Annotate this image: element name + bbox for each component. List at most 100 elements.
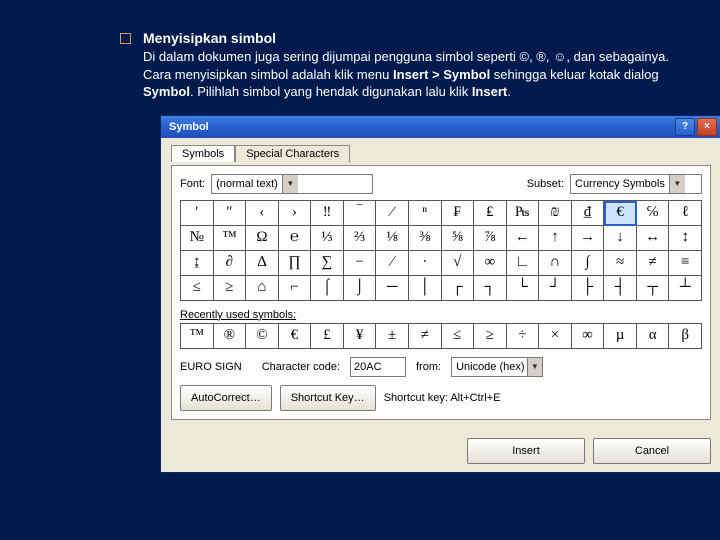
symbol-cell[interactable]: ─: [376, 276, 409, 301]
close-button[interactable]: ×: [697, 118, 717, 136]
symbol-cell[interactable]: ├: [572, 276, 605, 301]
symbol-cell[interactable]: √: [442, 251, 475, 276]
symbol-cell[interactable]: ⅔: [344, 226, 377, 251]
recent-symbol-cell[interactable]: α: [637, 324, 670, 349]
help-button[interactable]: ?: [675, 118, 695, 136]
recent-symbol-cell[interactable]: µ: [604, 324, 637, 349]
symbol-cell[interactable]: ₣: [442, 201, 475, 226]
symbol-cell[interactable]: ┤: [604, 276, 637, 301]
symbol-cell[interactable]: ₤: [474, 201, 507, 226]
symbol-cell[interactable]: ™: [214, 226, 247, 251]
symbol-cell[interactable]: ≈: [604, 251, 637, 276]
symbol-cell[interactable]: ∩: [539, 251, 572, 276]
symbol-cell[interactable]: ‹: [246, 201, 279, 226]
shortcut-key-button[interactable]: Shortcut Key…: [280, 385, 376, 411]
recent-symbol-cell[interactable]: ÷: [507, 324, 540, 349]
font-value: (normal text): [212, 178, 282, 190]
symbol-cell[interactable]: ∟: [507, 251, 540, 276]
recent-symbol-cell[interactable]: £: [311, 324, 344, 349]
dialog-titlebar[interactable]: Symbol ? ×: [161, 116, 720, 138]
symbol-cell[interactable]: →: [572, 226, 605, 251]
recent-symbol-cell[interactable]: €: [279, 324, 312, 349]
symbol-cell[interactable]: └: [507, 276, 540, 301]
recent-symbol-cell[interactable]: ™: [181, 324, 214, 349]
symbol-cell[interactable]: ∆: [246, 251, 279, 276]
symbol-cell[interactable]: №: [181, 226, 214, 251]
tab-symbols[interactable]: Symbols: [171, 145, 235, 162]
recent-symbol-cell[interactable]: ±: [376, 324, 409, 349]
symbol-cell[interactable]: ∏: [279, 251, 312, 276]
symbol-cell[interactable]: ↕: [669, 226, 702, 251]
recent-symbol-cell[interactable]: ®: [214, 324, 247, 349]
symbol-cell[interactable]: ″: [214, 201, 247, 226]
autocorrect-button[interactable]: AutoCorrect…: [180, 385, 272, 411]
symbol-cell[interactable]: ≡: [669, 251, 702, 276]
symbol-cell[interactable]: ∑: [311, 251, 344, 276]
symbol-cell[interactable]: ∂: [214, 251, 247, 276]
code-value: 20AC: [354, 361, 382, 373]
symbol-cell[interactable]: ℅: [637, 201, 670, 226]
symbol-cell[interactable]: ↨: [181, 251, 214, 276]
cancel-button[interactable]: Cancel: [593, 438, 711, 464]
symbol-cell[interactable]: ‼: [311, 201, 344, 226]
recent-symbol-cell[interactable]: ≤: [442, 324, 475, 349]
symbol-cell[interactable]: ⁿ: [409, 201, 442, 226]
symbol-cell[interactable]: €: [604, 201, 637, 226]
symbol-cell[interactable]: ┌: [442, 276, 475, 301]
tab-special-characters[interactable]: Special Characters: [235, 145, 350, 162]
body-b3: Insert: [472, 84, 507, 99]
subset-select[interactable]: Currency Symbols ▼: [570, 174, 702, 194]
symbol-cell[interactable]: ⌐: [279, 276, 312, 301]
symbol-cell[interactable]: ⅞: [474, 226, 507, 251]
symbol-cell[interactable]: ≠: [637, 251, 670, 276]
recent-symbol-cell[interactable]: ≠: [409, 324, 442, 349]
symbol-cell[interactable]: ′: [181, 201, 214, 226]
symbol-cell[interactable]: ℓ: [669, 201, 702, 226]
symbol-cell[interactable]: ⅛: [376, 226, 409, 251]
symbol-cell[interactable]: ≥: [214, 276, 247, 301]
symbol-cell[interactable]: ←: [507, 226, 540, 251]
recent-symbol-cell[interactable]: ¥: [344, 324, 377, 349]
symbol-cell[interactable]: ┴: [669, 276, 702, 301]
symbol-cell[interactable]: ∫: [572, 251, 605, 276]
character-name: EURO SIGN: [180, 361, 242, 373]
symbol-cell[interactable]: ›: [279, 201, 312, 226]
symbol-cell[interactable]: ⌠: [311, 276, 344, 301]
font-select[interactable]: (normal text) ▼: [211, 174, 373, 194]
symbol-cell[interactable]: ∕: [376, 251, 409, 276]
symbol-cell[interactable]: ⅓: [311, 226, 344, 251]
symbol-cell[interactable]: ∞: [474, 251, 507, 276]
symbol-cell[interactable]: ↑: [539, 226, 572, 251]
symbol-cell[interactable]: ⅝: [442, 226, 475, 251]
symbol-cell[interactable]: │: [409, 276, 442, 301]
symbol-cell[interactable]: ∙: [409, 251, 442, 276]
symbol-cell[interactable]: ≤: [181, 276, 214, 301]
symbol-cell[interactable]: ⅜: [409, 226, 442, 251]
recent-symbol-cell[interactable]: ©: [246, 324, 279, 349]
symbol-cell[interactable]: −: [344, 251, 377, 276]
symbol-grid[interactable]: ′″‹›‼‾⁄ⁿ₣₤₧₪₫€℅ℓ №™Ω℮⅓⅔⅛⅜⅝⅞←↑→↓↔↕ ↨∂∆∏∑−∕∙…: [180, 200, 702, 301]
symbol-cell[interactable]: ⌂: [246, 276, 279, 301]
insert-button[interactable]: Insert: [467, 438, 585, 464]
dialog-title: Symbol: [169, 121, 209, 133]
symbol-cell[interactable]: Ω: [246, 226, 279, 251]
symbol-cell[interactable]: ₧: [507, 201, 540, 226]
symbol-cell[interactable]: ‾: [344, 201, 377, 226]
recent-symbol-cell[interactable]: β: [669, 324, 702, 349]
symbol-cell[interactable]: ℮: [279, 226, 312, 251]
symbol-cell[interactable]: ┐: [474, 276, 507, 301]
recent-symbol-cell[interactable]: ∞: [572, 324, 605, 349]
symbol-cell[interactable]: ⌡: [344, 276, 377, 301]
symbol-cell[interactable]: ⁄: [376, 201, 409, 226]
recent-symbol-cell[interactable]: ×: [539, 324, 572, 349]
symbol-cell[interactable]: ₪: [539, 201, 572, 226]
symbol-cell[interactable]: ↓: [604, 226, 637, 251]
symbol-cell[interactable]: ┬: [637, 276, 670, 301]
symbol-cell[interactable]: ₫: [572, 201, 605, 226]
recent-symbol-cell[interactable]: ≥: [474, 324, 507, 349]
symbol-cell[interactable]: ┘: [539, 276, 572, 301]
recent-grid[interactable]: ™®©€£¥±≠≤≥÷×∞µαβ: [180, 323, 702, 349]
symbol-cell[interactable]: ↔: [637, 226, 670, 251]
character-code-input[interactable]: 20AC: [350, 357, 406, 377]
from-select[interactable]: Unicode (hex) ▼: [451, 357, 543, 377]
